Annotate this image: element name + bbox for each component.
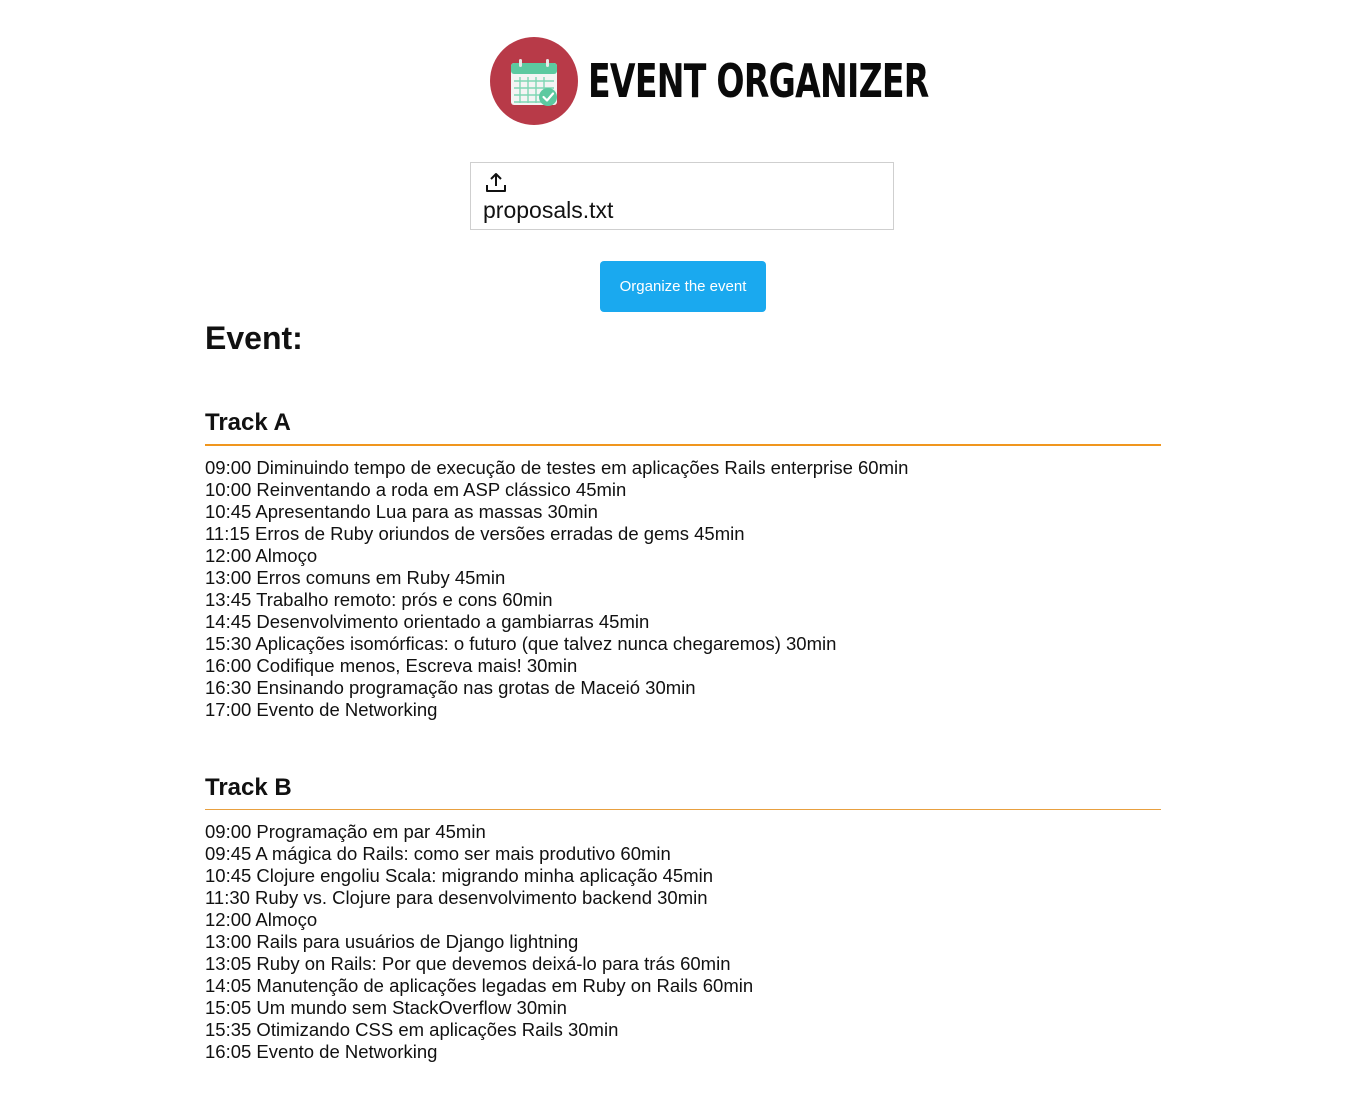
track-a: Track A 09:00 Diminuindo tempo de execuç… — [205, 406, 1161, 721]
talk-item: 09:45 A mágica do Rails: como ser mais p… — [205, 843, 671, 864]
talk-item: 11:15 Erros de Ruby oriundos de versões … — [205, 523, 745, 544]
talk-item: 15:30 Aplicações isomórficas: o futuro (… — [205, 633, 837, 654]
talk-item: 10:45 Clojure engoliu Scala: migrando mi… — [205, 865, 714, 886]
talk-item: 13:45 Trabalho remoto: prós e cons 60min — [205, 589, 553, 610]
talk-item: 13:05 Ruby on Rails: Por que devemos dei… — [205, 953, 731, 974]
talk-item: 12:00 Almoço — [205, 545, 318, 566]
talk-item: 17:00 Evento de Networking — [205, 699, 438, 720]
talk-item: 09:00 Programação em par 45min — [205, 821, 486, 842]
talk-item: 13:00 Rails para usuários de Django ligh… — [205, 931, 579, 952]
calendar-check-icon — [490, 37, 578, 125]
talk-item: 10:00 Reinventando a roda em ASP clássic… — [205, 479, 627, 500]
talk-item: 09:00 Diminuindo tempo de execução de te… — [205, 457, 909, 478]
talk-list: 09:00 Programação em par 45min 09:45 A m… — [205, 810, 1161, 1063]
talk-item: 15:05 Um mundo sem StackOverflow 30min — [205, 997, 567, 1018]
talk-item: 14:05 Manutenção de aplicações legadas e… — [205, 975, 754, 996]
organize-event-button[interactable]: Organize the event — [600, 261, 766, 312]
talk-item: 13:00 Erros comuns em Ruby 45min — [205, 567, 506, 588]
app-title: EVENT ORGANIZER — [588, 54, 929, 108]
talk-item: 16:00 Codifique menos, Escreva mais! 30m… — [205, 655, 578, 676]
talk-item: 15:35 Otimizando CSS em aplicações Rails… — [205, 1019, 619, 1040]
track-title: Track A — [205, 406, 1161, 446]
event-heading: Event: — [205, 320, 303, 356]
talk-item: 14:45 Desenvolvimento orientado a gambia… — [205, 611, 650, 632]
talk-item: 16:05 Evento de Networking — [205, 1041, 438, 1062]
talk-item: 10:45 Apresentando Lua para as massas 30… — [205, 501, 598, 522]
file-upload-field[interactable]: proposals.txt — [470, 162, 894, 230]
upload-icon — [486, 173, 506, 192]
talk-item: 12:00 Almoço — [205, 909, 318, 930]
talk-item: 11:30 Ruby vs. Clojure para desenvolvime… — [205, 887, 708, 908]
selected-file-name: proposals.txt — [483, 197, 614, 223]
track-b: Track B 09:00 Programação em par 45min 0… — [205, 771, 1161, 1063]
app-header: EVENT ORGANIZER — [490, 37, 1061, 125]
talk-item: 16:30 Ensinando programação nas grotas d… — [205, 677, 696, 698]
talk-list: 09:00 Diminuindo tempo de execução de te… — [205, 446, 1161, 721]
track-title: Track B — [205, 771, 1161, 810]
